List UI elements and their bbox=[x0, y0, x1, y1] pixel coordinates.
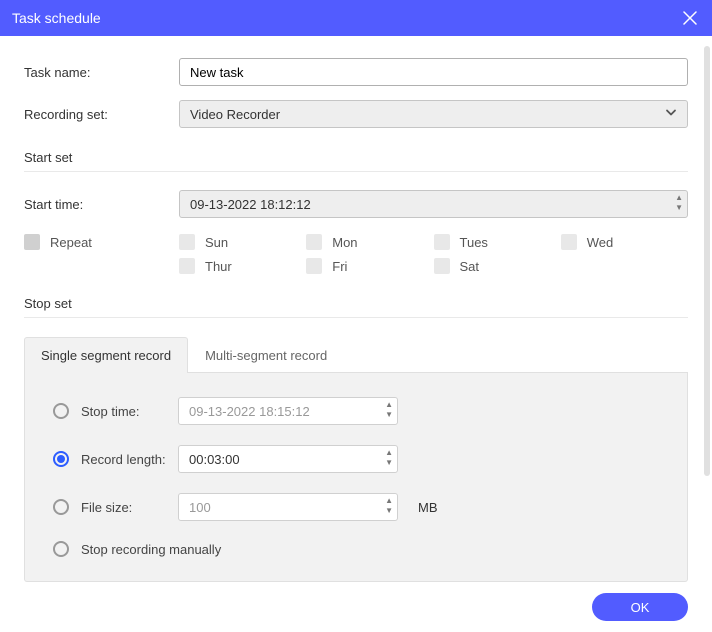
stop-set-heading: Stop set bbox=[24, 296, 688, 318]
day-fri-label: Fri bbox=[332, 259, 347, 274]
titlebar: Task schedule bbox=[0, 0, 712, 36]
day-mon-checkbox[interactable] bbox=[306, 234, 322, 250]
stepper-down-icon[interactable]: ▼ bbox=[385, 410, 393, 420]
file-size-stepper[interactable]: ▲ ▼ bbox=[385, 496, 393, 516]
day-sat-label: Sat bbox=[460, 259, 480, 274]
stop-time-value: 09-13-2022 18:15:12 bbox=[189, 404, 310, 419]
day-wed-label: Wed bbox=[587, 235, 614, 250]
window-title: Task schedule bbox=[12, 10, 680, 26]
recording-set-select[interactable]: Video Recorder bbox=[179, 100, 688, 128]
file-size-value: 100 bbox=[189, 500, 211, 515]
file-size-radio[interactable] bbox=[53, 499, 69, 515]
day-tues-label: Tues bbox=[460, 235, 488, 250]
start-set-heading: Start set bbox=[24, 150, 688, 172]
tab-panel-single: Stop time: 09-13-2022 18:15:12 ▲ ▼ Recor… bbox=[24, 373, 688, 582]
stepper-down-icon[interactable]: ▼ bbox=[385, 506, 393, 516]
start-time-input[interactable]: 09-13-2022 18:12:12 ▲ ▼ bbox=[179, 190, 688, 218]
stepper-down-icon[interactable]: ▼ bbox=[385, 458, 393, 468]
stop-time-radio[interactable] bbox=[53, 403, 69, 419]
close-icon[interactable] bbox=[680, 8, 700, 28]
tab-single-segment[interactable]: Single segment record bbox=[24, 337, 188, 373]
stepper-up-icon[interactable]: ▲ bbox=[675, 193, 683, 203]
file-size-input[interactable]: 100 ▲ ▼ bbox=[178, 493, 398, 521]
start-time-stepper[interactable]: ▲ ▼ bbox=[675, 193, 683, 213]
content-area: Task name: Recording set: Video Recorder… bbox=[0, 36, 712, 582]
stop-time-input[interactable]: 09-13-2022 18:15:12 ▲ ▼ bbox=[178, 397, 398, 425]
tabs: Single segment record Multi-segment reco… bbox=[24, 336, 688, 373]
task-name-input[interactable] bbox=[179, 58, 688, 86]
stepper-down-icon[interactable]: ▼ bbox=[675, 203, 683, 213]
record-length-value: 00:03:00 bbox=[189, 452, 240, 467]
recording-set-label: Recording set: bbox=[24, 107, 179, 122]
task-name-label: Task name: bbox=[24, 65, 179, 80]
record-length-label: Record length: bbox=[81, 452, 178, 467]
stop-manual-radio[interactable] bbox=[53, 541, 69, 557]
start-time-label: Start time: bbox=[24, 197, 179, 212]
stop-manual-label: Stop recording manually bbox=[81, 542, 221, 557]
stepper-up-icon[interactable]: ▲ bbox=[385, 496, 393, 506]
day-thur-checkbox[interactable] bbox=[179, 258, 195, 274]
footer: OK bbox=[0, 582, 712, 632]
record-length-stepper[interactable]: ▲ ▼ bbox=[385, 448, 393, 468]
day-fri-checkbox[interactable] bbox=[306, 258, 322, 274]
day-wed-checkbox[interactable] bbox=[561, 234, 577, 250]
ok-button[interactable]: OK bbox=[592, 593, 688, 621]
day-mon-label: Mon bbox=[332, 235, 357, 250]
record-length-input[interactable]: 00:03:00 ▲ ▼ bbox=[178, 445, 398, 473]
tab-multi-segment[interactable]: Multi-segment record bbox=[188, 337, 344, 373]
day-tues-checkbox[interactable] bbox=[434, 234, 450, 250]
stop-time-label: Stop time: bbox=[81, 404, 178, 419]
day-sun-checkbox[interactable] bbox=[179, 234, 195, 250]
stop-time-stepper[interactable]: ▲ ▼ bbox=[385, 400, 393, 420]
day-sun-label: Sun bbox=[205, 235, 228, 250]
file-size-unit: MB bbox=[418, 500, 438, 515]
day-sat-checkbox[interactable] bbox=[434, 258, 450, 274]
file-size-label: File size: bbox=[81, 500, 178, 515]
start-time-value: 09-13-2022 18:12:12 bbox=[190, 197, 311, 212]
day-thur-label: Thur bbox=[205, 259, 232, 274]
repeat-checkbox[interactable] bbox=[24, 234, 40, 250]
stepper-up-icon[interactable]: ▲ bbox=[385, 448, 393, 458]
record-length-radio[interactable] bbox=[53, 451, 69, 467]
stepper-up-icon[interactable]: ▲ bbox=[385, 400, 393, 410]
repeat-label: Repeat bbox=[50, 235, 92, 250]
